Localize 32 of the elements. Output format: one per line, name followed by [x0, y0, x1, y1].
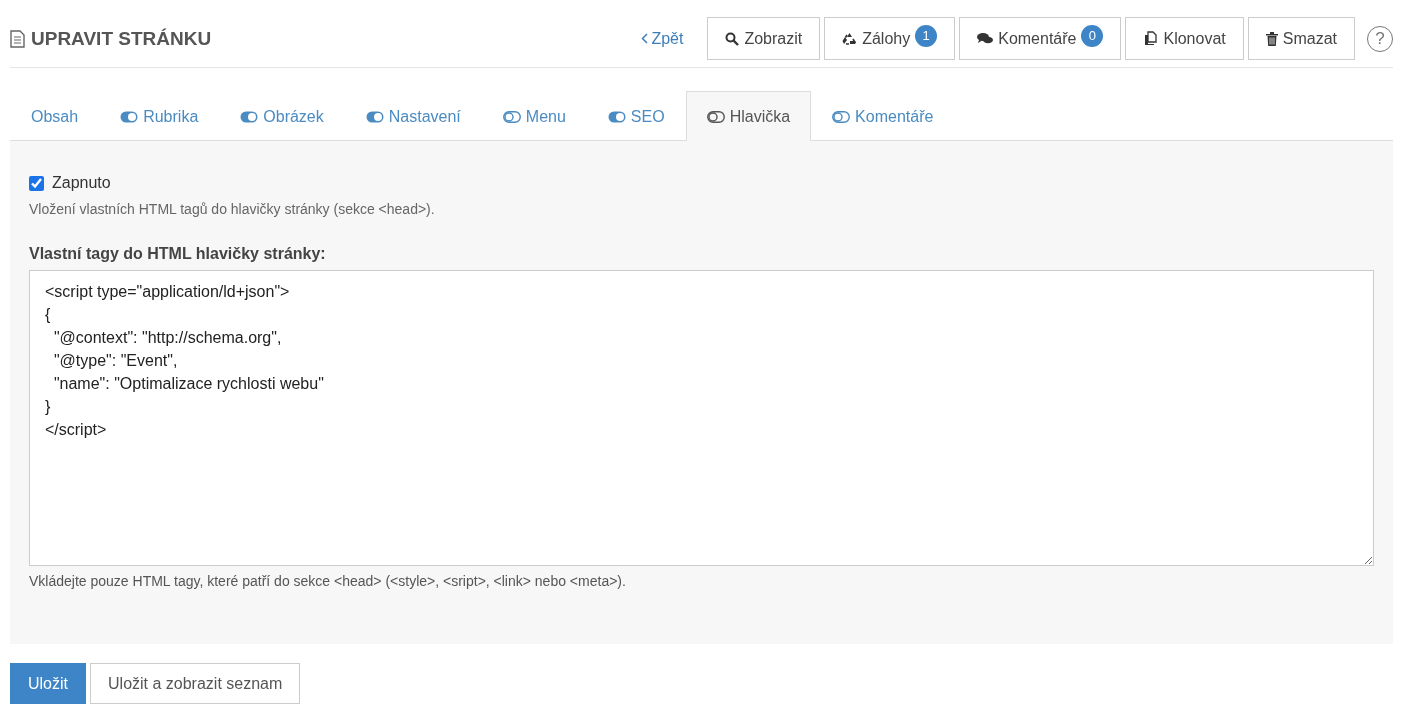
tab[interactable]: Komentáře: [811, 91, 955, 141]
tab[interactable]: Obrázek: [219, 91, 345, 141]
search-button[interactable]: Zobrazit: [707, 17, 821, 60]
tab[interactable]: Rubrika: [99, 91, 220, 141]
clone-button[interactable]: Klonovat: [1125, 17, 1244, 60]
code-textarea[interactable]: <script type="application/ld+json"> { "@context": "http://schema.org", "@type": "Event", "name": "Optimalizace rychlosti webu" } </script>: [29, 270, 1374, 566]
checkbox-label: Zapnuto: [52, 174, 111, 192]
chevron-left-icon: [641, 33, 649, 44]
speech-bubbles-icon: [977, 32, 994, 45]
document-icon: [10, 29, 25, 48]
comments-button[interactable]: Komentáře 0: [959, 17, 1122, 60]
save-and-list-button[interactable]: Uložit a zobrazit seznam: [90, 663, 301, 704]
tab[interactable]: Hlavička: [685, 91, 812, 141]
description-text: Vložení vlastních HTML tagů do hlavičky stránky (sekce <head>).: [29, 201, 436, 217]
tab[interactable]: SEO: [586, 91, 686, 141]
count-badge: 1: [915, 24, 938, 47]
recycle-icon: [842, 31, 858, 46]
back-link[interactable]: Zpět: [641, 29, 684, 48]
tab[interactable]: Obsah: [10, 91, 100, 141]
tab[interactable]: Nastavení: [344, 91, 482, 141]
page-title: UPRAVIT STRÁNKU: [31, 27, 212, 50]
copy-icon: [1143, 31, 1159, 46]
search-icon: [725, 31, 740, 46]
hint-text: Vkládejte pouze HTML tagy, které patří do sekce <head> (<style>, <sript>, <link> nebo <meta>).: [29, 573, 627, 589]
field-label: Vlastní tagy do HTML hlavičky stránky:: [29, 245, 327, 263]
count-badge: 0: [1081, 24, 1104, 47]
enabled-checkbox[interactable]: [29, 175, 44, 191]
recycle-button[interactable]: Zálohy 1: [824, 17, 956, 60]
tab[interactable]: Menu: [481, 91, 587, 141]
trash-button[interactable]: Smazat: [1247, 17, 1355, 60]
trash-icon: [1265, 31, 1278, 46]
save-button[interactable]: Uložit: [10, 663, 86, 704]
